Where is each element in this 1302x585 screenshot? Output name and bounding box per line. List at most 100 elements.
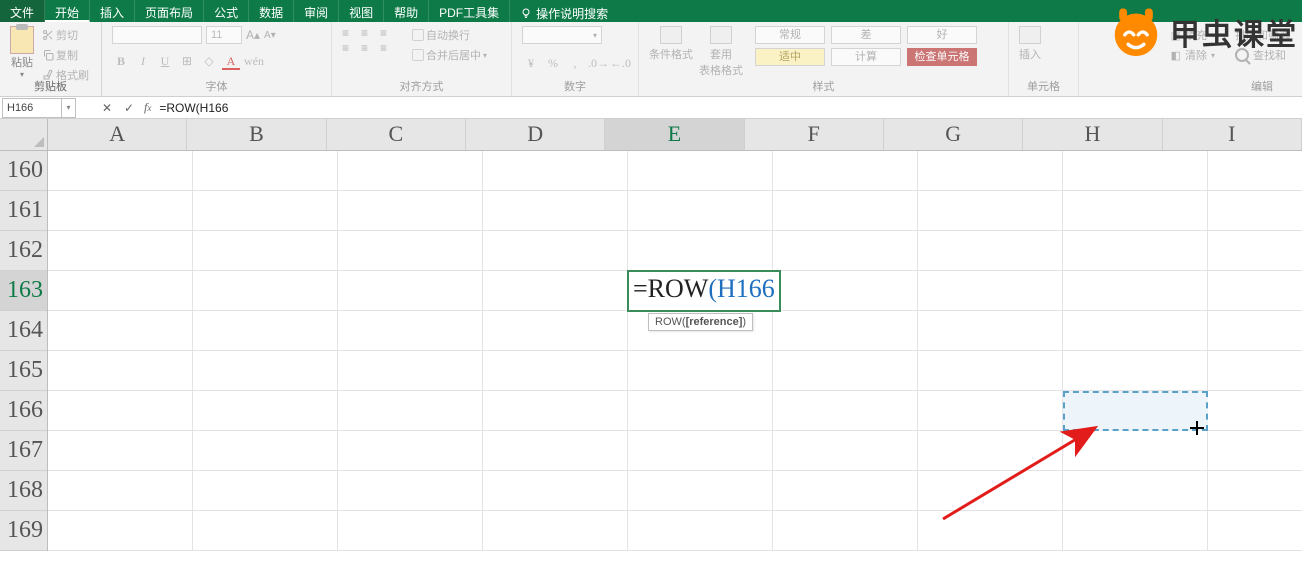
cell[interactable]: [193, 471, 338, 511]
cell[interactable]: [773, 351, 918, 391]
row-header-167[interactable]: 167: [0, 431, 47, 471]
cell[interactable]: [773, 431, 918, 471]
cell[interactable]: [338, 351, 483, 391]
paste-button[interactable]: 粘贴 ▾: [10, 26, 34, 79]
cell[interactable]: [628, 231, 773, 271]
tell-me-search[interactable]: 操作说明搜索: [510, 0, 618, 22]
row-header-163[interactable]: 163: [0, 271, 47, 311]
row-header-164[interactable]: 164: [0, 311, 47, 351]
cell[interactable]: [483, 191, 628, 231]
cell[interactable]: [193, 351, 338, 391]
cell-style-normal[interactable]: 常规: [755, 26, 825, 44]
phonetic-button[interactable]: wén: [244, 54, 262, 70]
cell[interactable]: [338, 311, 483, 351]
cell[interactable]: [1063, 151, 1208, 191]
cell[interactable]: [918, 311, 1063, 351]
cell[interactable]: [773, 511, 918, 551]
cell[interactable]: [1063, 231, 1208, 271]
cells-area[interactable]: [48, 151, 1302, 585]
cell[interactable]: [483, 151, 628, 191]
cell[interactable]: [338, 151, 483, 191]
cell[interactable]: [918, 471, 1063, 511]
cell[interactable]: [1208, 511, 1302, 551]
tab-formulas[interactable]: 公式: [204, 0, 249, 22]
enter-formula-button[interactable]: ✓: [118, 101, 140, 115]
number-format-combo[interactable]: ▾: [522, 26, 602, 44]
cell[interactable]: [338, 191, 483, 231]
row-header-161[interactable]: 161: [0, 191, 47, 231]
cell[interactable]: [338, 271, 483, 311]
cell[interactable]: [773, 311, 918, 351]
cell[interactable]: [193, 271, 338, 311]
percent-button[interactable]: %: [544, 56, 562, 72]
cell[interactable]: [193, 311, 338, 351]
cell[interactable]: [918, 231, 1063, 271]
tab-home[interactable]: 开始: [45, 0, 90, 22]
cell[interactable]: [1208, 271, 1302, 311]
alignment-grid[interactable]: ≡≡≡ ≡≡≡: [342, 26, 396, 53]
fx-icon[interactable]: fx: [140, 100, 155, 115]
cell[interactable]: [628, 431, 773, 471]
tab-view[interactable]: 视图: [339, 0, 384, 22]
underline-button[interactable]: U: [156, 54, 174, 70]
cell[interactable]: [338, 431, 483, 471]
cell[interactable]: [1208, 431, 1302, 471]
tab-pdf-tools[interactable]: PDF工具集: [429, 0, 510, 22]
fill-button[interactable]: ▣ 填充▾: [1169, 26, 1217, 44]
currency-button[interactable]: ¥: [522, 56, 540, 72]
row-header-165[interactable]: 165: [0, 351, 47, 391]
cell[interactable]: [1063, 351, 1208, 391]
cell[interactable]: [1063, 191, 1208, 231]
tab-data[interactable]: 数据: [249, 0, 294, 22]
tab-help[interactable]: 帮助: [384, 0, 429, 22]
cell[interactable]: [48, 471, 193, 511]
cell[interactable]: [918, 511, 1063, 551]
bold-button[interactable]: B: [112, 54, 130, 70]
select-all-corner[interactable]: [0, 119, 48, 151]
cell[interactable]: [338, 511, 483, 551]
font-size-combo[interactable]: 11: [206, 26, 242, 44]
worksheet-grid[interactable]: ABCDEFGHI 160161162163164165166167168169…: [0, 119, 1302, 585]
cell-style-check[interactable]: 检查单元格: [907, 48, 977, 66]
column-header-A[interactable]: A: [48, 119, 187, 150]
column-header-G[interactable]: G: [884, 119, 1023, 150]
cell[interactable]: [773, 151, 918, 191]
conditional-format-button[interactable]: 条件格式: [649, 26, 693, 62]
cell[interactable]: [628, 391, 773, 431]
cell[interactable]: [918, 351, 1063, 391]
cell[interactable]: [918, 271, 1063, 311]
wrap-text-button[interactable]: 自动换行: [410, 26, 489, 44]
column-header-I[interactable]: I: [1163, 119, 1302, 150]
cell[interactable]: [1208, 311, 1302, 351]
cell[interactable]: [483, 511, 628, 551]
cell[interactable]: [628, 511, 773, 551]
cell[interactable]: [773, 391, 918, 431]
cell[interactable]: [193, 511, 338, 551]
comma-button[interactable]: ,: [566, 56, 584, 72]
cell[interactable]: [193, 231, 338, 271]
cell[interactable]: [48, 391, 193, 431]
italic-button[interactable]: I: [134, 54, 152, 70]
column-headers[interactable]: ABCDEFGHI: [48, 119, 1302, 151]
cell[interactable]: [483, 391, 628, 431]
cell[interactable]: [1208, 391, 1302, 431]
column-header-E[interactable]: E: [605, 119, 744, 150]
formula-input[interactable]: [155, 101, 1302, 115]
column-header-H[interactable]: H: [1023, 119, 1162, 150]
cell[interactable]: [48, 311, 193, 351]
row-header-166[interactable]: 166: [0, 391, 47, 431]
find-select-button[interactable]: 查找和: [1233, 46, 1292, 64]
cancel-formula-button[interactable]: ✕: [96, 101, 118, 115]
cell[interactable]: [48, 351, 193, 391]
cell-style-neutral[interactable]: 适中: [755, 48, 825, 66]
decrease-font-button[interactable]: A▾: [264, 30, 276, 41]
cell-style-calc[interactable]: 计算: [831, 48, 901, 66]
cell[interactable]: [193, 431, 338, 471]
row-headers[interactable]: 160161162163164165166167168169: [0, 151, 48, 551]
cell[interactable]: [48, 511, 193, 551]
cell[interactable]: [918, 191, 1063, 231]
cell[interactable]: [773, 191, 918, 231]
cell[interactable]: [48, 431, 193, 471]
format-as-table-button[interactable]: 套用 表格格式: [699, 26, 743, 78]
cell[interactable]: [338, 391, 483, 431]
